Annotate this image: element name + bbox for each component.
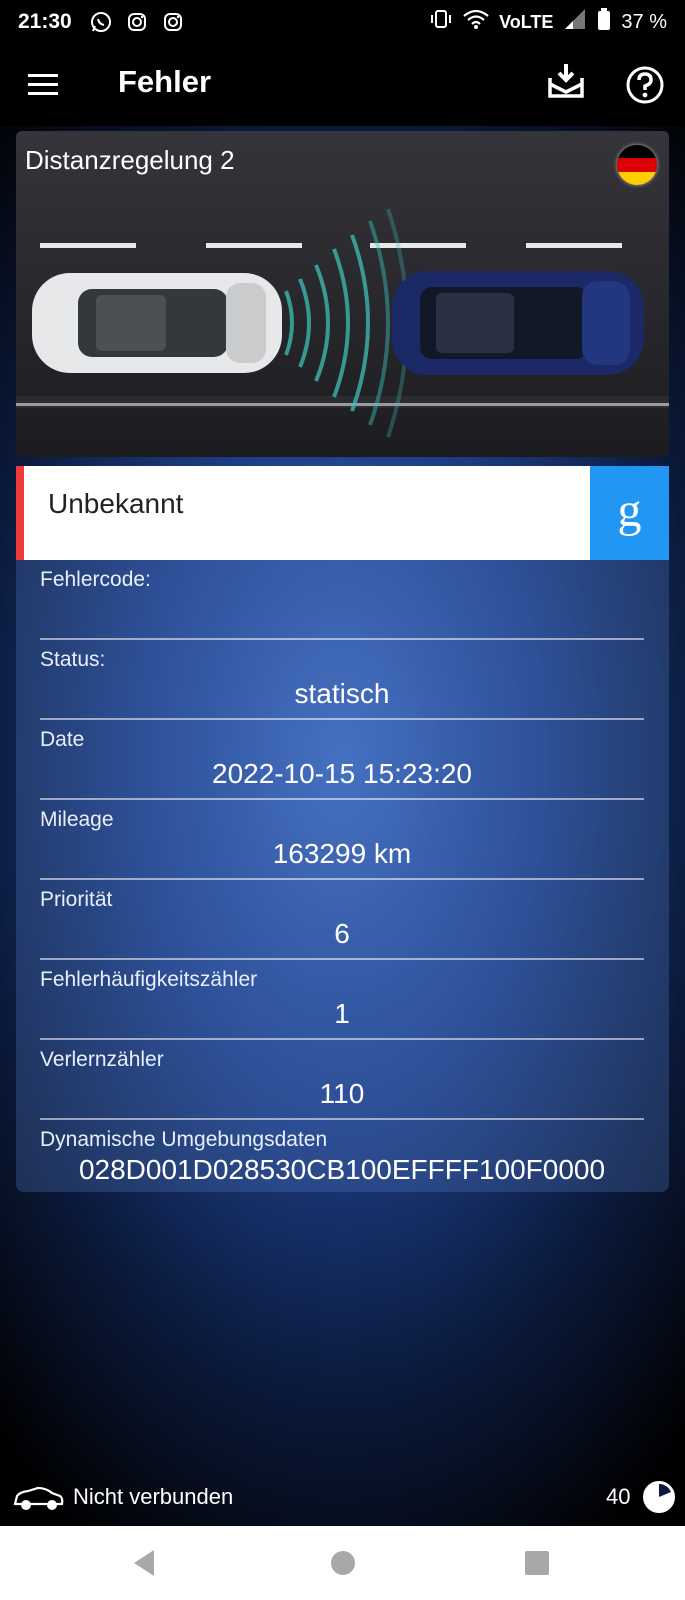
inbox-download-icon [548,64,584,98]
detail-label: Status: [40,648,106,671]
hamburger-menu-icon [28,74,58,95]
detail-row-priority: Priorität 6 [40,880,644,960]
recents-square-icon [525,1551,549,1575]
help-icon [626,66,664,104]
battery-icon [597,8,611,36]
detail-row-frequency-counter: Fehlerhäufigkeitszähler 1 [40,960,644,1040]
fault-description: Unbekannt [48,488,184,519]
battery-level: 37 % [621,10,667,33]
detail-value: 110 [319,1078,365,1109]
connection-status: Nicht verbunden [73,1484,234,1509]
vibrate-icon [429,8,453,36]
home-button[interactable] [326,1546,360,1580]
fault-details-panel: Fehlercode: Status: statisch Date 2022-1… [16,560,669,1192]
detail-label: Fehlercode: [40,568,151,591]
app-bar: Fehler [0,44,685,126]
google-search-button[interactable]: g [590,466,669,560]
white-car-illustration [32,273,282,373]
whatsapp-icon [90,11,112,33]
detail-row-date: Date 2022-10-15 15:23:20 [40,720,644,800]
instagram-icon [162,11,184,33]
download-button[interactable] [546,62,586,102]
detail-row-unlearn-counter: Verlernzähler 110 [40,1040,644,1120]
detail-label: Verlernzähler [40,1048,164,1071]
volte-icon: VoLTE [499,11,554,32]
detail-value: 163299 km [272,838,412,869]
detail-value: 028D001D028530CB100EFFFF100F0000 [78,1154,606,1185]
module-name: Distanzregelung 2 [25,145,235,175]
system-navigation-bar [0,1526,685,1600]
page-title: Fehler [118,64,212,99]
google-icon: g [617,483,642,537]
credit-counter: 40 [606,1484,631,1509]
detail-label: Mileage [40,808,114,831]
connection-status-bar: Nicht verbunden 40 [0,1470,685,1526]
back-button[interactable] [128,1546,162,1580]
fault-description-card: Unbekannt g [16,466,669,560]
home-circle-icon [331,1551,355,1575]
germany-flag-icon[interactable] [617,145,657,185]
detail-row-status: Status: statisch [40,640,644,720]
detail-label: Dynamische Umgebungsdaten [40,1128,328,1151]
detail-value: 1 [334,998,350,1029]
help-button[interactable] [625,65,665,105]
detail-value: 2022-10-15 15:23:20 [212,758,472,789]
module-header-card: Distanzregelung 2 [16,131,669,457]
pie-chart-icon[interactable] [642,1480,676,1514]
car-icon [12,1484,64,1512]
blue-car-illustration [392,271,644,375]
back-triangle-icon [134,1550,154,1576]
status-bar: 21:30 VoLTE 37 % [0,0,685,44]
detail-value: statisch [294,678,390,709]
recents-button[interactable] [520,1546,554,1580]
distance-control-illustration [16,131,669,457]
signal-icon [563,9,587,35]
detail-row-mileage: Mileage 163299 km [40,800,644,880]
detail-row-fault-code: Fehlercode: [40,560,644,640]
menu-button[interactable] [26,68,60,102]
detail-label: Priorität [40,888,113,911]
wifi-icon [463,8,489,36]
status-time: 21:30 [18,10,72,33]
detail-label: Fehlerhäufigkeitszähler [40,968,258,991]
detail-row-environment-data: Dynamische Umgebungsdaten 028D001D028530… [40,1120,644,1200]
instagram-icon [126,11,148,33]
detail-value: 6 [334,918,350,949]
detail-label: Date [40,728,85,751]
